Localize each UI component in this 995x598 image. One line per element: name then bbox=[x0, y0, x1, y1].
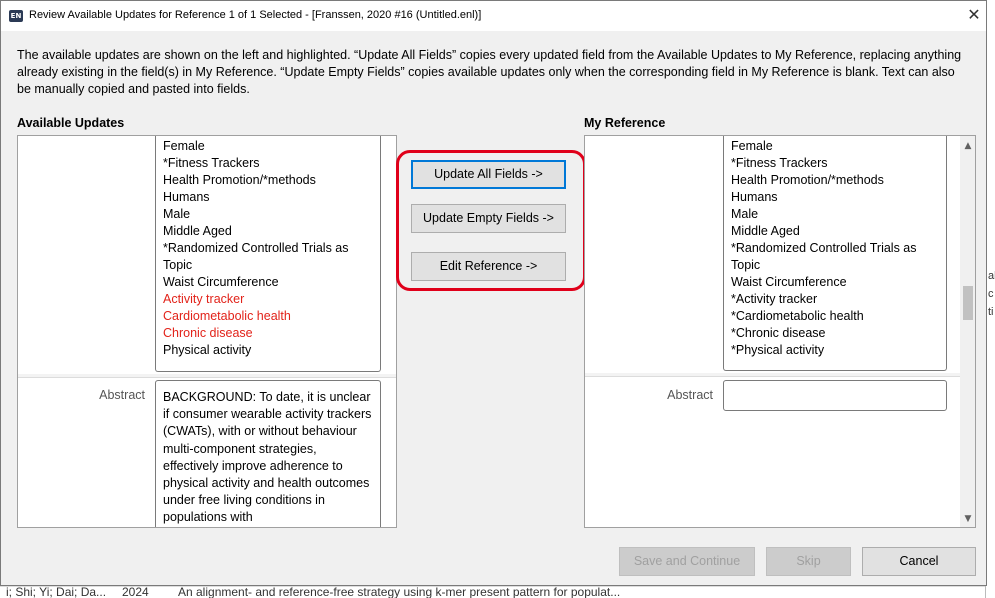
my-reference-heading: My Reference bbox=[584, 116, 666, 130]
window-title: Review Available Updates for Reference 1… bbox=[29, 9, 482, 21]
available-abstract-field[interactable]: BACKGROUND: To date, it is unclear if co… bbox=[155, 380, 381, 527]
keyword-item: Male bbox=[731, 207, 759, 221]
keyword-item: Topic bbox=[731, 258, 761, 272]
background-edge-text: c bbox=[988, 288, 994, 300]
background-row-author: i; Shi; Yi; Dai; Da... bbox=[6, 586, 107, 598]
save-and-continue-button[interactable]: Save and Continue bbox=[619, 547, 755, 576]
background-edge-text: ti bbox=[988, 306, 994, 318]
update-empty-fields-button[interactable]: Update Empty Fields -> bbox=[411, 204, 566, 233]
keyword-item: Male bbox=[163, 207, 191, 221]
background-row-year: 2024 bbox=[122, 586, 149, 598]
field-separator bbox=[585, 376, 975, 377]
scroll-up-arrow-icon[interactable]: ▲ bbox=[960, 138, 975, 154]
keyword-item: *Randomized Controlled Trials as bbox=[163, 241, 349, 255]
review-updates-dialog: EN Review Available Updates for Referenc… bbox=[0, 0, 987, 586]
keyword-item: Waist Circumference bbox=[163, 275, 279, 289]
keyword-item-updated: Chronic disease bbox=[163, 326, 253, 340]
scroll-down-arrow-icon[interactable]: ▼ bbox=[960, 511, 975, 527]
endnote-app-icon: EN bbox=[9, 10, 23, 22]
keyword-item-updated: Cardiometabolic health bbox=[163, 309, 291, 323]
my-reference-panel[interactable]: Female *Fitness Trackers Health Promotio… bbox=[584, 135, 976, 528]
available-keywords-field[interactable]: Female *Fitness Trackers Health Promotio… bbox=[155, 136, 381, 372]
keyword-item: Health Promotion/*methods bbox=[163, 173, 316, 187]
title-bar: EN Review Available Updates for Referenc… bbox=[1, 1, 986, 31]
keyword-item: *Fitness Trackers bbox=[731, 156, 828, 170]
keyword-item: *Cardiometabolic health bbox=[731, 309, 864, 323]
abstract-label: Abstract bbox=[667, 388, 713, 402]
keyword-item: Health Promotion/*methods bbox=[731, 173, 884, 187]
close-icon[interactable]: ✕ bbox=[963, 4, 985, 26]
background-row-title: An alignment- and reference-free strateg… bbox=[178, 586, 621, 598]
keyword-item: *Activity tracker bbox=[731, 292, 818, 306]
keyword-item: *Chronic disease bbox=[731, 326, 826, 340]
keyword-item: Humans bbox=[163, 190, 210, 204]
keyword-item: *Physical activity bbox=[731, 343, 825, 357]
keyword-item: Middle Aged bbox=[731, 224, 800, 238]
keyword-item: *Randomized Controlled Trials as bbox=[731, 241, 917, 255]
keyword-item: Topic bbox=[163, 258, 193, 272]
keyword-item: Middle Aged bbox=[163, 224, 232, 238]
cancel-button[interactable]: Cancel bbox=[862, 547, 976, 576]
background-reference-row: i; Shi; Yi; Dai; Da... 2024 An alignment… bbox=[0, 586, 995, 598]
instructions-text: The available updates are shown on the l… bbox=[17, 48, 962, 96]
keyword-item: Physical activity bbox=[163, 343, 252, 357]
keyword-item: Female bbox=[731, 139, 773, 153]
available-abstract-text: BACKGROUND: To date, it is unclear if co… bbox=[163, 390, 372, 525]
keyword-item-updated: Activity tracker bbox=[163, 292, 245, 306]
available-updates-panel[interactable]: Female *Fitness Trackers Health Promotio… bbox=[17, 135, 397, 528]
my-reference-abstract-field[interactable] bbox=[723, 380, 947, 411]
keyword-item: Waist Circumference bbox=[731, 275, 847, 289]
keyword-item: Humans bbox=[731, 190, 778, 204]
my-reference-keywords-field[interactable]: Female *Fitness Trackers Health Promotio… bbox=[723, 136, 947, 371]
keyword-item: *Fitness Trackers bbox=[163, 156, 260, 170]
keyword-item: Female bbox=[163, 139, 205, 153]
scrollbar-thumb[interactable] bbox=[963, 286, 973, 320]
field-separator bbox=[18, 377, 396, 378]
available-updates-heading: Available Updates bbox=[17, 116, 125, 130]
skip-button[interactable]: Skip bbox=[766, 547, 851, 576]
edit-reference-button[interactable]: Edit Reference -> bbox=[411, 252, 566, 281]
update-all-fields-button[interactable]: Update All Fields -> bbox=[411, 160, 566, 189]
background-edge-text: al bbox=[988, 270, 995, 282]
my-reference-scrollbar[interactable]: ▲ ▼ bbox=[960, 136, 975, 527]
abstract-label: Abstract bbox=[99, 388, 145, 402]
